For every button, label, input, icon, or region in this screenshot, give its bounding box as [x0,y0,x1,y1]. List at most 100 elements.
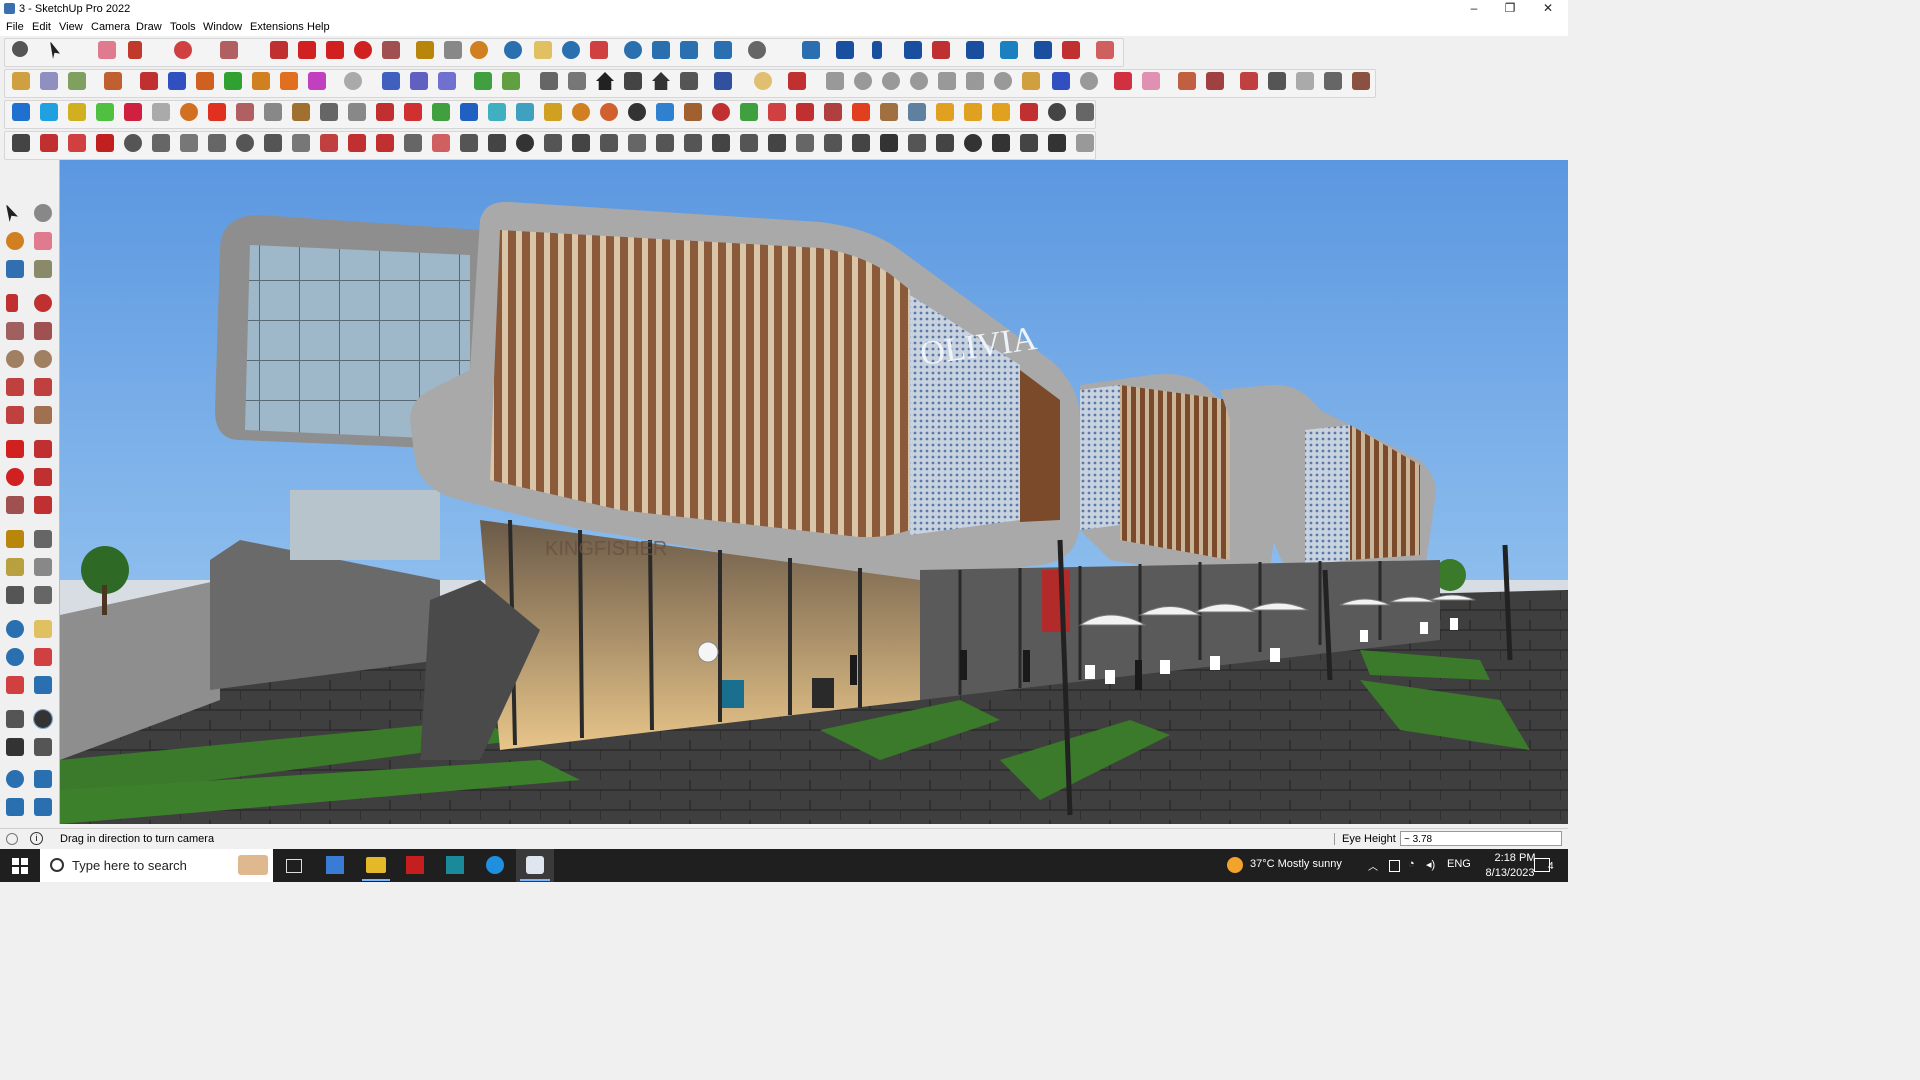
rotate-icon[interactable] [354,41,372,59]
ext-tool-28-icon[interactable] [768,103,786,121]
round-corner-icon[interactable] [1142,72,1160,90]
split-icon[interactable] [252,72,270,90]
move-icon[interactable] [326,41,344,59]
plugin-icon[interactable] [1096,41,1114,59]
ext2-tool-14-icon[interactable] [376,134,394,152]
line-icon[interactable] [128,41,142,59]
rectangle-tool-icon[interactable] [6,322,24,340]
ext-tool-33-icon[interactable] [908,103,926,121]
two-point-arc-icon[interactable] [34,378,52,396]
ext-tool-20-icon[interactable] [544,103,562,121]
curve-icon[interactable] [344,72,362,90]
ext2-tool-6-icon[interactable] [152,134,170,152]
intersect-icon[interactable] [196,72,214,90]
ext-tool-30-icon[interactable] [824,103,842,121]
ext2-tool-9-icon[interactable] [236,134,254,152]
ext2-tool-4-icon[interactable] [96,134,114,152]
tape-measure-tool-icon[interactable] [6,530,24,548]
solid-tools-icon[interactable] [104,72,122,90]
ext2-tool-16-icon[interactable] [432,134,450,152]
ext2-tool-11-icon[interactable] [292,134,310,152]
language-indicator[interactable]: ENG [1447,858,1471,870]
ext2-tool-32-icon[interactable] [880,134,898,152]
ext2-tool-19-icon[interactable] [516,134,534,152]
fx-icon[interactable] [714,72,732,90]
top-view-icon[interactable] [68,72,86,90]
shape-helix-icon[interactable] [1022,72,1040,90]
ext-tool-23-icon[interactable] [628,103,646,121]
move-tool-icon[interactable] [6,440,24,458]
house-icon-2[interactable] [568,72,586,90]
ext2-tool-1-icon[interactable] [12,134,30,152]
ext2-tool-18-icon[interactable] [488,134,506,152]
arc-tool-icon[interactable] [6,378,24,396]
make-component-icon[interactable] [34,204,52,222]
ext2-tool-33-icon[interactable] [908,134,926,152]
shape-torus-icon[interactable] [994,72,1012,90]
ext2-tool-24-icon[interactable] [656,134,674,152]
ext2-tool-39-icon[interactable] [1076,134,1094,152]
ext-tool-5-icon[interactable] [124,103,142,121]
ext2-tool-37-icon[interactable] [1020,134,1038,152]
scale-tool-icon[interactable] [6,496,24,514]
ext2-tool-31-icon[interactable] [852,134,870,152]
ext-tool-18-icon[interactable] [488,103,506,121]
shape-circle-icon[interactable] [854,72,872,90]
shape-parallelogram-icon[interactable] [938,72,956,90]
ext-tool-14-icon[interactable] [376,103,394,121]
redo-icon[interactable] [1062,41,1080,59]
component-icon[interactable] [802,41,820,59]
dimension-icon[interactable] [966,41,984,59]
ext2-tool-7-icon[interactable] [180,134,198,152]
ext2-tool-27-icon[interactable] [740,134,758,152]
ext-tool-29-icon[interactable] [796,103,814,121]
chevron-up-icon[interactable]: ︿ [1368,858,1378,873]
house-icon-1[interactable] [540,72,558,90]
freehand-tool-icon[interactable] [34,294,52,312]
menu-draw[interactable]: Draw [136,21,162,33]
spiral-icon[interactable] [1080,72,1098,90]
ext-tool-19-icon[interactable] [516,103,534,121]
ext-tool-38-icon[interactable] [1048,103,1066,121]
weather-text[interactable]: 37°C Mostly sunny [1250,858,1342,870]
share-model-tool-icon[interactable] [34,770,52,788]
extension-warehouse-tool-icon[interactable] [6,798,24,816]
rotate-tool-icon[interactable] [6,468,24,486]
windows-start-icon[interactable] [12,858,28,874]
section-plane-tool-icon[interactable] [34,738,52,756]
ext-tool-25-icon[interactable] [684,103,702,121]
layout-tool-icon[interactable] [34,798,52,816]
ext-tool-9-icon[interactable] [236,103,254,121]
push-pull-tool-icon[interactable] [34,440,52,458]
circle-tool-icon[interactable] [6,350,24,368]
ext-tool-6-icon[interactable] [152,103,170,121]
ext2-tool-25-icon[interactable] [684,134,702,152]
bezier-icon[interactable] [1052,72,1070,90]
eraser-icon[interactable] [98,41,116,59]
menu-camera[interactable]: Camera [91,21,130,33]
ext2-tool-13-icon[interactable] [348,134,366,152]
ext-tool-36-icon[interactable] [992,103,1010,121]
wall-icon[interactable] [382,72,400,90]
outliner-icon[interactable] [836,41,854,59]
zoom-extents-icon[interactable] [590,41,608,59]
grid-icon[interactable] [1206,72,1224,90]
soap-skin-icon[interactable] [754,72,772,90]
task-view-icon[interactable] [286,859,302,873]
ext-tool-13-icon[interactable] [348,103,366,121]
menu-view[interactable]: View [59,21,83,33]
position-camera-icon[interactable] [6,710,24,728]
three-point-arc-icon[interactable] [6,406,24,424]
outer-shell-icon[interactable] [280,72,298,90]
axes-icon[interactable] [872,41,882,59]
layout-icon[interactable] [714,41,732,59]
roof-icon[interactable] [624,72,642,90]
ext2-tool-29-icon[interactable] [796,134,814,152]
eraser-tool-icon[interactable] [34,232,52,250]
joint-push-pull-icon[interactable] [1114,72,1132,90]
ext-tool-31-icon[interactable] [852,103,870,121]
ext2-tool-28-icon[interactable] [768,134,786,152]
section-plane-icon[interactable] [1000,41,1018,59]
ext-tool-10-icon[interactable] [264,103,282,121]
garage-icon[interactable] [680,72,698,90]
